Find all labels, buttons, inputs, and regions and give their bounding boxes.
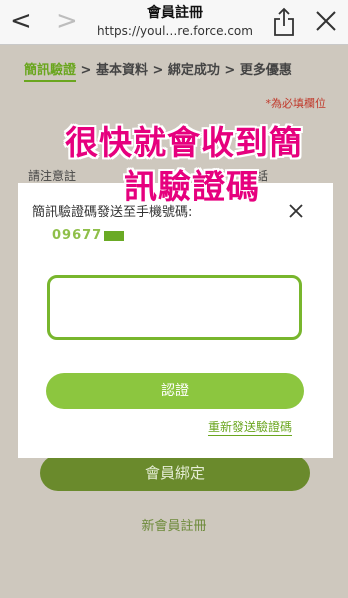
member-bind-button[interactable]: 會員綁定 [40,455,310,491]
forward-button[interactable]: > [56,8,78,34]
verification-code-input[interactable] [47,275,302,340]
step-sms-verify: 簡訊驗證 [24,63,77,82]
page-title: 會員註冊 [147,5,203,21]
share-icon[interactable] [272,7,296,37]
phone-number-text: 09677 [52,228,103,243]
progress-steps: 簡訊驗證 > 基本資料 > 綁定成功 > 更多優惠 [24,59,334,82]
url-display[interactable]: https://youl…re.force.com [90,22,260,40]
overlay-caption-line1: 很快就會收到簡 [65,123,303,162]
step-remaining: > 基本資料 > 綁定成功 > 更多優惠 [76,63,292,78]
close-icon[interactable] [314,9,338,33]
browser-title-area: 會員註冊 https://youl…re.force.com [90,4,260,40]
browser-toolbar: < > 會員註冊 https://youl…re.force.com [0,0,348,45]
resend-code-link[interactable]: 重新發送驗證碼 [208,419,293,436]
confirm-button[interactable]: 認證 [46,373,304,409]
phone-mask [104,230,125,241]
new-member-register-link[interactable]: 新會員註冊 [0,515,348,534]
sms-verification-dialog: 簡訊驗證碼發送至手機號碼: 09677 認證 重新發送驗證碼 [18,183,333,458]
back-button[interactable]: < [10,8,32,34]
phone-number: 09677 [52,228,125,243]
required-note: *為必填欄位 [265,97,327,110]
overlay-caption-line2: 訊驗證碼 [124,167,260,206]
